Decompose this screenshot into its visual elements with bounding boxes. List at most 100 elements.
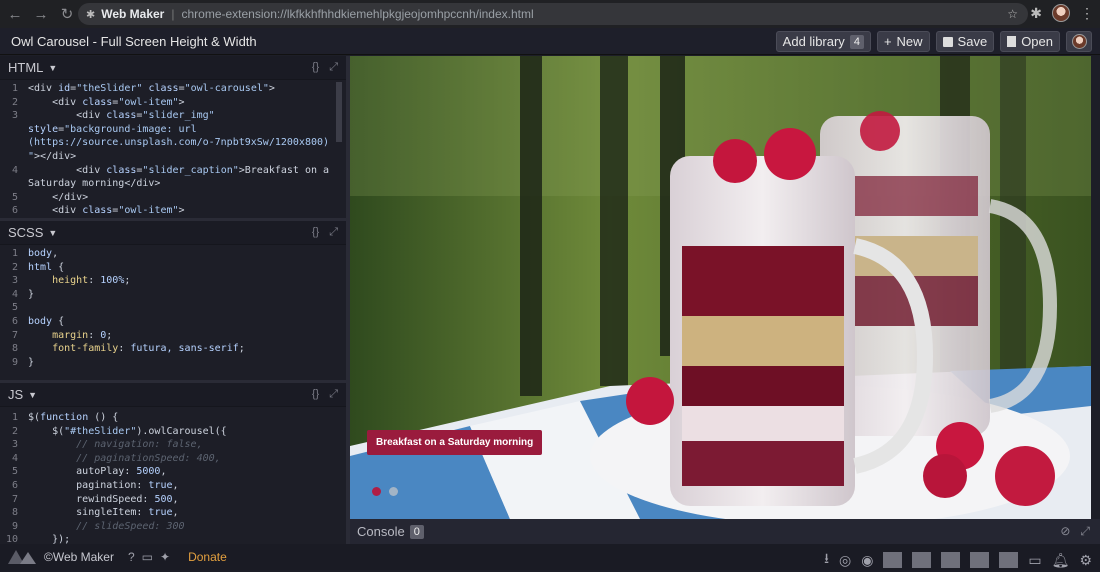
code-line: 2 <div class="owl-item">	[0, 96, 346, 110]
settings-gear-icon[interactable]: ⚙	[1079, 552, 1092, 569]
scss-pane-header[interactable]: SCSS ▼ {} ⤢	[0, 221, 346, 245]
layout-5-icon[interactable]	[999, 552, 1019, 568]
code-line: 5	[0, 301, 346, 315]
url-separator: |	[171, 7, 175, 21]
line-content: "></div>	[28, 150, 77, 162]
download-icon[interactable]: ⭳	[824, 548, 829, 572]
line-content: $("#theSlider").owlCarousel({	[28, 425, 227, 437]
reload-icon[interactable]: ↻	[56, 3, 78, 25]
footer: ©Web Maker ? ▭ ✦ Donate ⭳ ◎ ◉ ▭ 🔔︎ ⚙	[0, 544, 1100, 570]
code-line: 8 font-family: futura, sans-serif;	[0, 342, 346, 356]
js-pane-header[interactable]: JS ▼ {} ⤢	[0, 383, 346, 407]
chevron-down-icon[interactable]: ▼	[48, 63, 57, 73]
pagination-dot[interactable]	[389, 487, 398, 496]
line-content: body {	[28, 315, 65, 327]
line-number: 1	[11, 412, 18, 423]
code-line: 7 margin: 0;	[0, 329, 346, 343]
user-avatar-button[interactable]	[1066, 31, 1092, 52]
maximize-icon[interactable]: ⤢	[1080, 524, 1090, 539]
code-line: 1 body,	[0, 247, 346, 261]
scss-pane-title: SCSS	[8, 225, 44, 240]
new-label: New	[896, 34, 923, 49]
html-pane: HTML ▼ {} ⤢ 1 <div id="theSlider" class="…	[0, 56, 346, 218]
layout-3-icon[interactable]	[941, 552, 961, 568]
add-library-button[interactable]: Add library 4	[775, 31, 871, 52]
line-content: // paginationSpeed: 400,	[28, 452, 221, 464]
browser-menu-icon[interactable]: ⋮	[1080, 5, 1094, 22]
line-number: 9	[11, 356, 18, 368]
line-content: font-family: futura, sans-serif;	[28, 343, 245, 355]
help-icon[interactable]: ?	[128, 550, 135, 564]
code-line: 1 <div id="theSlider" class="owl-carousel…	[0, 82, 346, 96]
js-code-editor[interactable]: 1 $(function () {2 $("#theSlider").owlCar…	[0, 407, 346, 544]
format-code-icon[interactable]: {}	[312, 61, 319, 74]
html-pane-header[interactable]: HTML ▼ {} ⤢	[0, 56, 346, 80]
maximize-icon[interactable]: ⤢	[329, 388, 338, 401]
detached-preview-icon[interactable]: ▭	[1028, 552, 1041, 569]
add-library-label: Add library	[782, 34, 845, 49]
line-number: 4	[11, 164, 18, 176]
line-content: height: 100%;	[28, 275, 131, 287]
forward-icon[interactable]: →	[30, 3, 52, 25]
code-line: 4}	[0, 288, 346, 302]
keyboard-icon[interactable]: ▭	[142, 550, 153, 564]
code-line: 2 html {	[0, 261, 346, 275]
code-line: style="background-image: url	[0, 123, 346, 137]
code-line: 4 // paginationSpeed: 400,	[0, 452, 346, 466]
new-button[interactable]: + New	[876, 31, 930, 52]
brand-text[interactable]: ©Web Maker	[44, 550, 114, 564]
notifications-bell-icon[interactable]: 🔔︎	[1052, 552, 1070, 569]
maximize-icon[interactable]: ⤢	[329, 226, 338, 239]
html-scrollbar[interactable]	[336, 82, 342, 142]
line-number	[0, 150, 28, 164]
format-code-icon[interactable]: {}	[312, 226, 319, 239]
preview-frame[interactable]: Breakfast on a Saturday morning	[350, 56, 1091, 519]
codepen-icon[interactable]: ◎	[839, 552, 851, 569]
donate-link[interactable]: Donate	[188, 550, 227, 564]
app-header: Owl Carousel - Full Screen Height & Widt…	[0, 28, 1100, 55]
format-code-icon[interactable]: {}	[312, 388, 319, 401]
clear-console-icon[interactable]: ⊘	[1060, 524, 1070, 539]
console-bar[interactable]: Console 0 ⊘ ⤢	[350, 519, 1100, 544]
open-button[interactable]: Open	[1000, 31, 1060, 52]
layout-1-icon[interactable]	[883, 552, 903, 568]
line-number: 5	[11, 191, 18, 203]
layout-4-icon[interactable]	[970, 552, 990, 568]
scss-pane: SCSS ▼ {} ⤢ 1 body, 2 html {3 height: 100%;…	[0, 218, 346, 380]
save-button[interactable]: Save	[935, 31, 995, 52]
line-number: 6	[11, 205, 18, 217]
extensions-puzzle-icon[interactable]: ✱	[1030, 5, 1042, 22]
line-content: });	[28, 534, 71, 544]
code-line: 1 $(function () {	[0, 411, 346, 425]
project-title[interactable]: Owl Carousel - Full Screen Height & Widt…	[11, 34, 257, 49]
profile-avatar[interactable]	[1052, 4, 1070, 22]
line-number: 2	[11, 425, 18, 437]
twitter-icon[interactable]: ✦	[160, 550, 170, 564]
line-number: 1	[11, 248, 18, 259]
line-number: 2	[11, 96, 18, 108]
line-content: Saturday morning</div>	[28, 178, 161, 190]
maximize-icon[interactable]: ⤢	[329, 61, 338, 74]
line-content: body,	[28, 248, 59, 259]
bookmark-star-icon[interactable]: ☆	[1007, 7, 1018, 21]
screenshot-camera-icon[interactable]: ◉	[861, 552, 873, 569]
line-content: autoPlay: 5000,	[28, 466, 167, 478]
html-code-editor[interactable]: 1 <div id="theSlider" class="owl-carousel…	[0, 80, 346, 218]
line-number: 4	[11, 452, 18, 464]
line-number: 5	[11, 466, 18, 478]
editor-column: HTML ▼ {} ⤢ 1 <div id="theSlider" class="…	[0, 56, 346, 544]
line-number: 3	[11, 110, 18, 122]
chevron-down-icon[interactable]: ▼	[28, 390, 37, 400]
address-bar[interactable]: ✱ Web Maker | chrome-extension://lkfkkhf…	[78, 3, 1028, 25]
layout-2-icon[interactable]	[912, 552, 932, 568]
pagination-dot-active[interactable]	[372, 487, 381, 496]
chevron-down-icon[interactable]: ▼	[48, 228, 57, 238]
line-number	[0, 177, 28, 191]
back-icon[interactable]: ←	[4, 3, 26, 25]
code-line: 3 <div class="slider_img"	[0, 109, 346, 123]
line-number: 1	[11, 83, 18, 94]
line-number: 5	[11, 302, 18, 314]
scss-code-editor[interactable]: 1 body, 2 html {3 height: 100%; 4} 5 6 body {7 …	[0, 245, 346, 369]
code-line: 5 autoPlay: 5000,	[0, 465, 346, 479]
code-line: 3 // navigation: false,	[0, 438, 346, 452]
